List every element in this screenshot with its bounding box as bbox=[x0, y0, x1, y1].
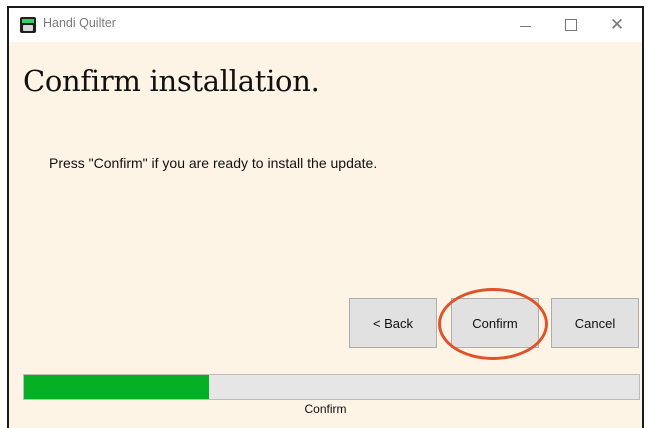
close-icon: ✕ bbox=[609, 15, 625, 35]
app-icon bbox=[20, 17, 36, 33]
minimize-button[interactable] bbox=[502, 8, 548, 42]
instruction-text: Press "Confirm" if you are ready to inst… bbox=[49, 155, 378, 171]
minimize-icon bbox=[519, 25, 531, 27]
cancel-button[interactable]: Cancel bbox=[551, 298, 639, 348]
back-button[interactable]: < Back bbox=[349, 298, 437, 348]
installer-window: Handi Quilter ✕ Confirm installation. Pr… bbox=[7, 6, 644, 428]
highlight-circle bbox=[438, 288, 548, 360]
maximize-icon bbox=[565, 19, 577, 31]
page-heading: Confirm installation. bbox=[23, 64, 320, 98]
close-button[interactable]: ✕ bbox=[594, 8, 640, 42]
maximize-button[interactable] bbox=[548, 8, 594, 42]
title-bar: Handi Quilter ✕ bbox=[9, 8, 642, 42]
progress-label: Confirm bbox=[304, 402, 347, 416]
progress-bar bbox=[23, 374, 640, 400]
progress-fill bbox=[24, 375, 209, 399]
window-title: Handi Quilter bbox=[43, 16, 116, 30]
